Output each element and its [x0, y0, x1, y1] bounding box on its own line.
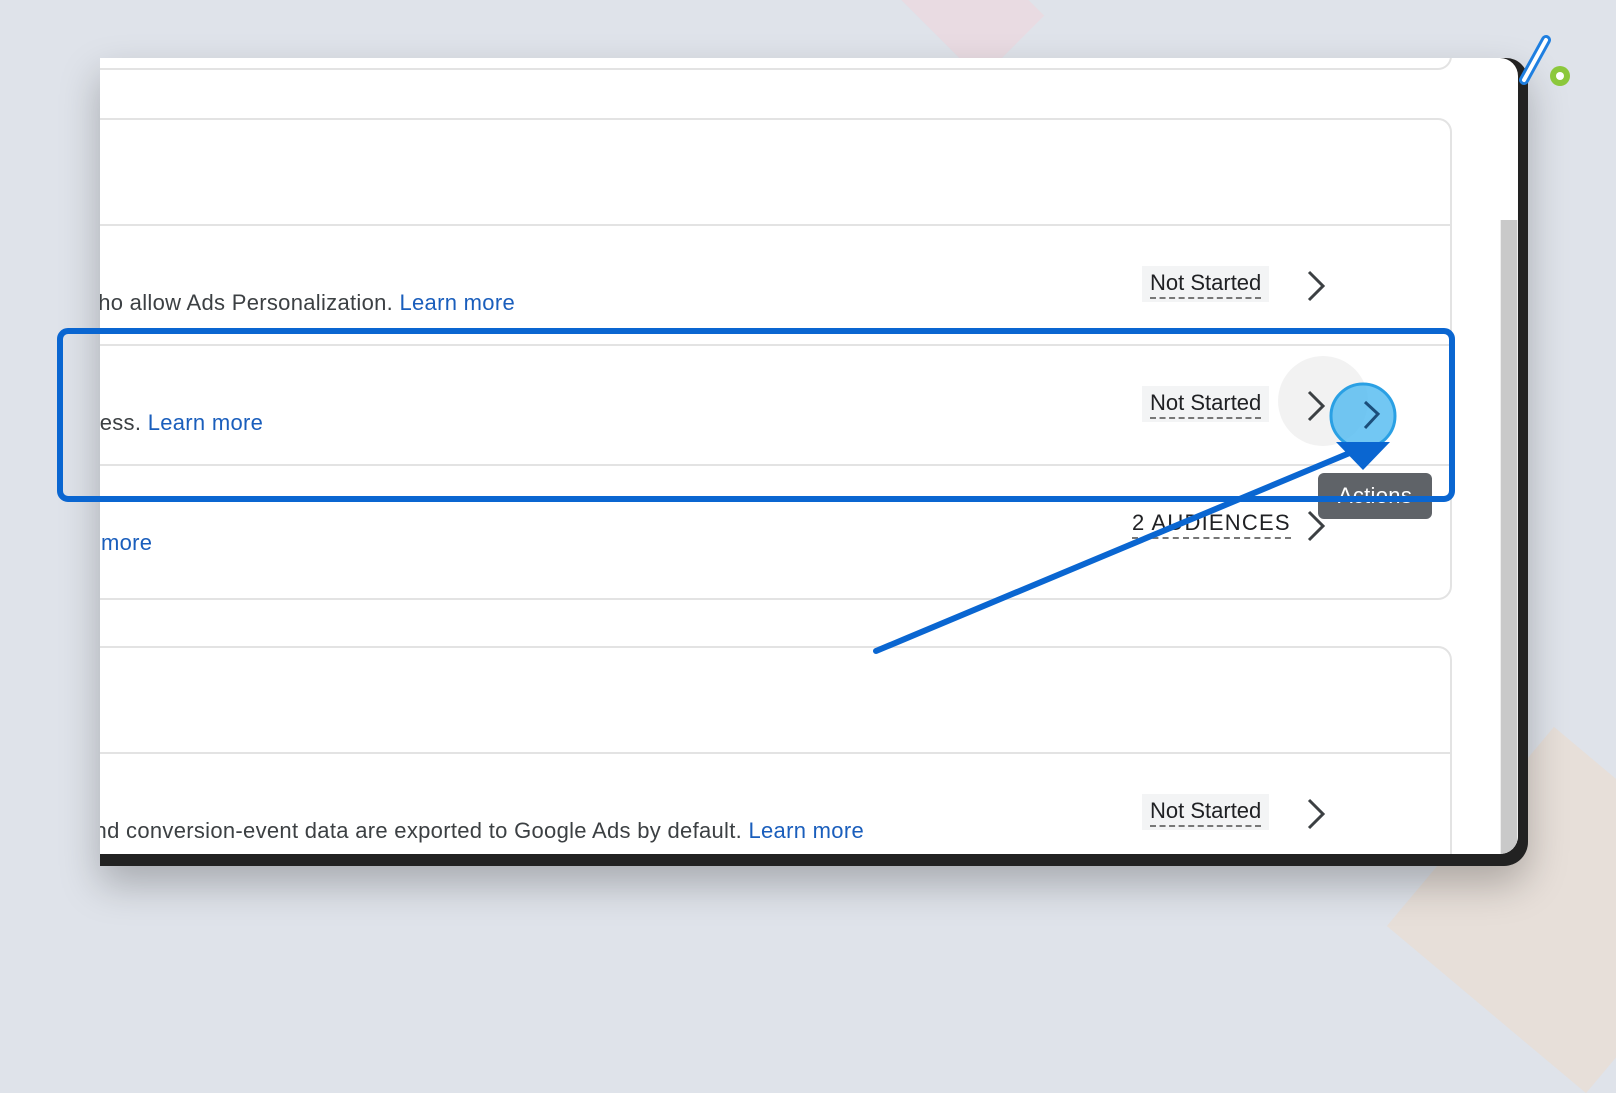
- chevron-right-icon: [1307, 390, 1326, 422]
- scrollbar-thumb[interactable]: [1501, 220, 1517, 854]
- status-badge[interactable]: Not Started: [1142, 266, 1270, 302]
- status-badge[interactable]: Not Started: [1142, 794, 1270, 830]
- row-description: who allow Ads Personalization. Learn mor…: [100, 290, 515, 315]
- settings-card: and conversion-event data are exported t…: [100, 646, 1452, 854]
- brand-logo-icon: [1519, 35, 1570, 86]
- card-divider: [100, 752, 1450, 754]
- row-action-button[interactable]: [1298, 268, 1334, 304]
- row-description: and conversion-event data are exported t…: [100, 818, 864, 843]
- row-action-button[interactable]: [1298, 388, 1334, 424]
- settings-card-top: [100, 58, 1452, 70]
- audiences-count[interactable]: 2 AUDIENCES: [1124, 506, 1299, 542]
- actions-tooltip: Actions: [1318, 473, 1432, 519]
- card-divider: [100, 344, 1450, 346]
- learn-more-link[interactable]: Learn more: [748, 818, 864, 843]
- learn-more-link[interactable]: n more: [100, 530, 152, 555]
- card-divider: [100, 464, 1450, 466]
- row-action-button[interactable]: [1298, 796, 1334, 832]
- learn-more-link[interactable]: Learn more: [399, 290, 515, 315]
- row-description: n more: [100, 530, 152, 556]
- chevron-right-icon: [1307, 270, 1326, 302]
- learn-more-link[interactable]: Learn more: [148, 410, 264, 435]
- settings-card: who allow Ads Personalization. Learn mor…: [100, 118, 1452, 600]
- chevron-right-icon: [1307, 798, 1326, 830]
- status-badge[interactable]: Not Started: [1142, 386, 1270, 422]
- card-divider: [100, 224, 1450, 226]
- row-description: iness. Learn more: [100, 410, 264, 435]
- app-screen: who allow Ads Personalization. Learn mor…: [100, 58, 1518, 854]
